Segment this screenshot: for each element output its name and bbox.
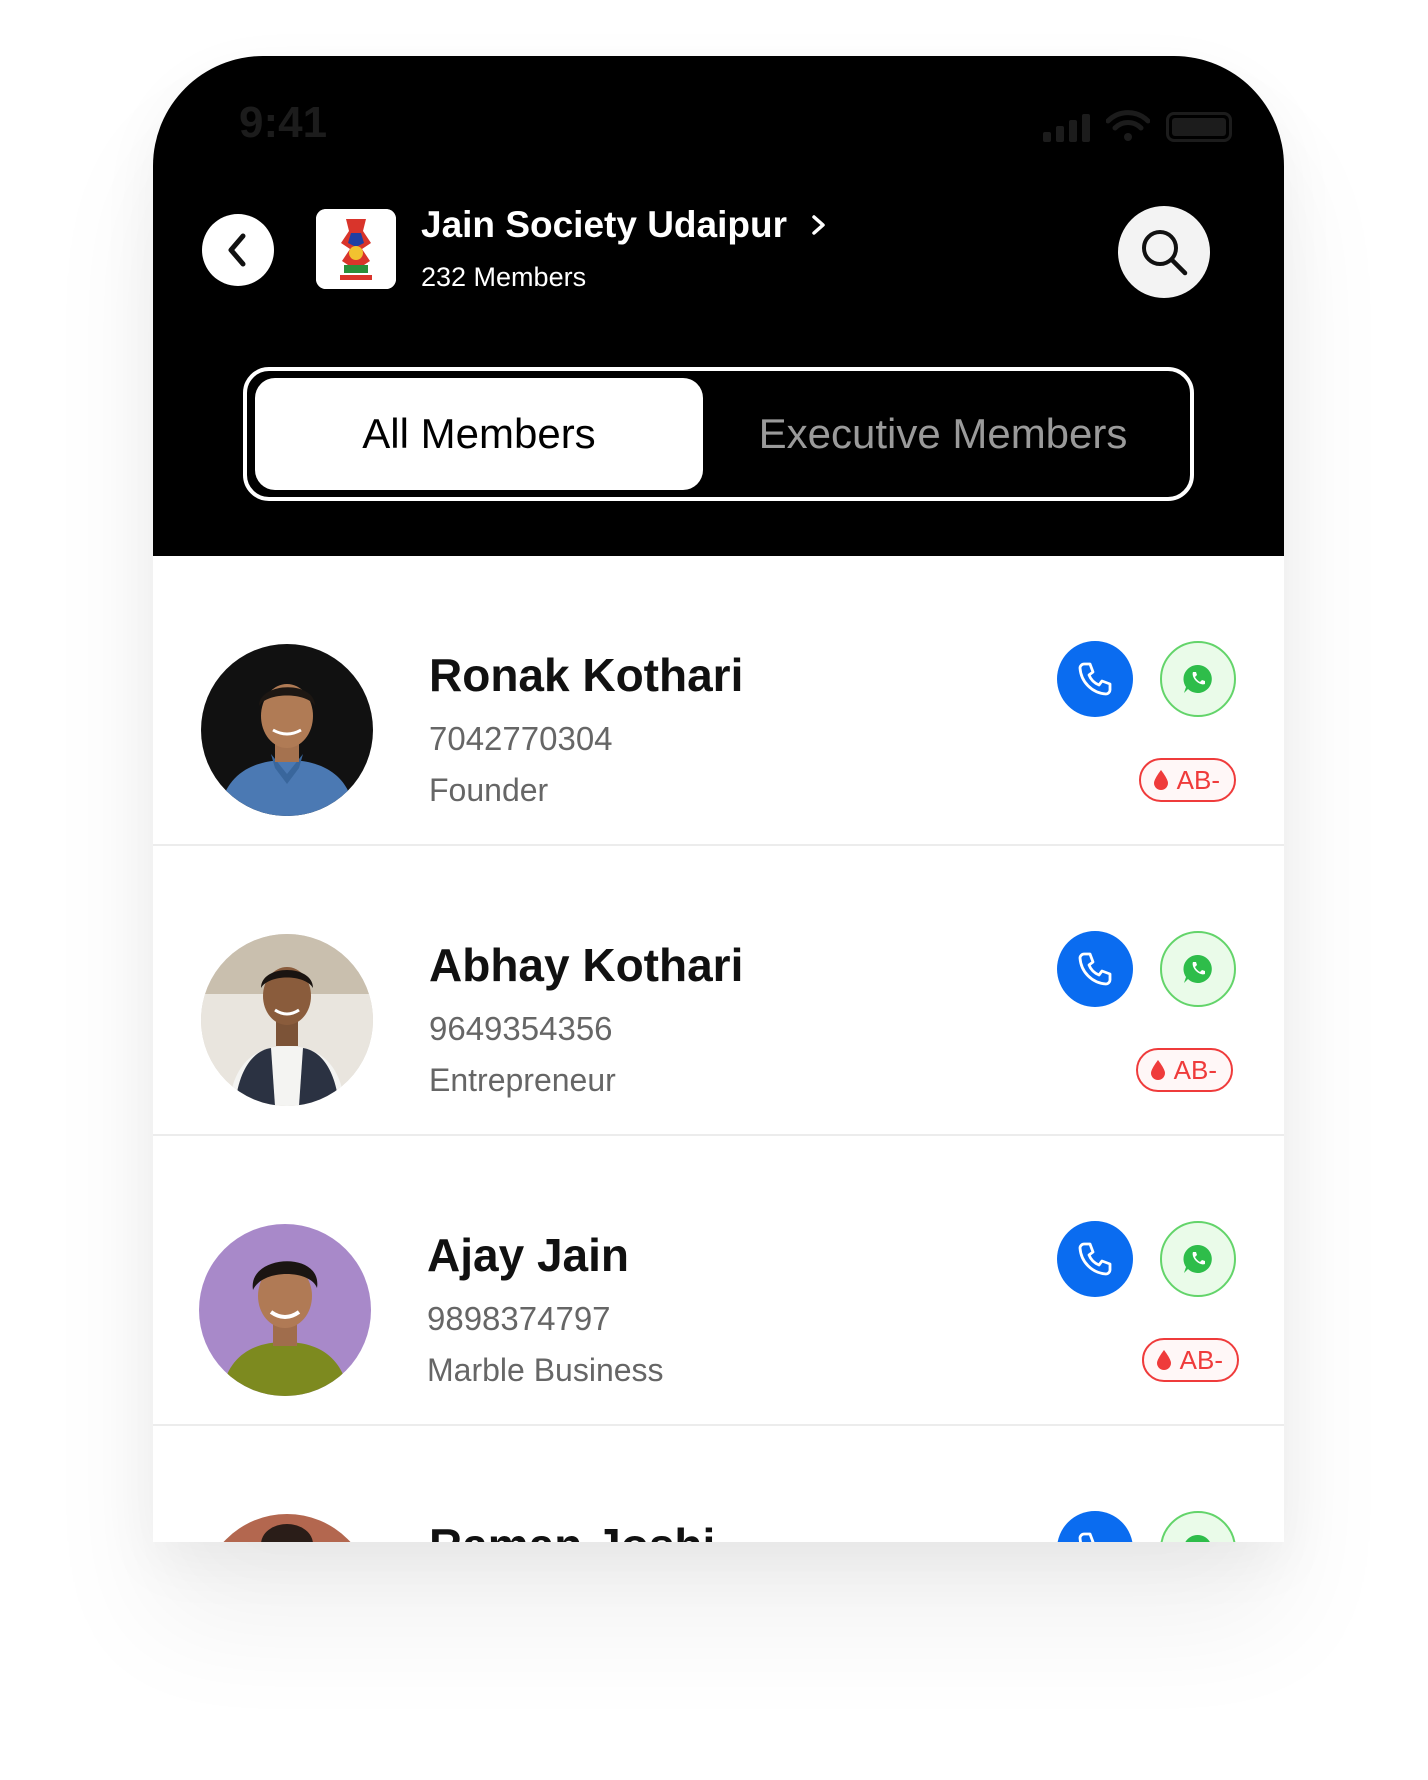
status-time: 9:41 <box>239 98 328 147</box>
whatsapp-button[interactable] <box>1160 1221 1236 1297</box>
phone-icon <box>1078 1242 1112 1276</box>
app-header: 9:41 Jain Society Udaipur 232 Members Al… <box>153 56 1284 556</box>
chevron-left-icon <box>228 233 246 267</box>
search-button[interactable] <box>1118 206 1210 298</box>
search-icon <box>1142 230 1188 276</box>
whatsapp-icon <box>1183 1244 1212 1273</box>
society-emblem-icon <box>316 209 396 289</box>
tab-all-members[interactable]: All Members <box>255 378 703 490</box>
group-name: Jain Society Udaipur <box>421 204 787 245</box>
phone-frame: 9:41 Jain Society Udaipur 232 Members Al… <box>153 56 1284 1542</box>
blood-group-badge: AB- <box>1135 1048 1233 1092</box>
group-title[interactable]: Jain Society Udaipur <box>421 204 827 246</box>
list-item[interactable]: Raman Joshi <box>153 1426 1284 1542</box>
phone-icon <box>1078 952 1112 986</box>
signal-icon <box>1043 114 1090 142</box>
blood-group-label: AB- <box>1176 764 1220 795</box>
member-count: 232 Members <box>421 262 587 292</box>
member-role: Founder <box>429 772 549 808</box>
member-phone: 9898374797 <box>427 1300 611 1337</box>
member-name: Abhay Kothari <box>429 939 744 991</box>
blood-drop-icon <box>1153 770 1168 790</box>
back-button[interactable] <box>202 214 274 286</box>
member-name: Raman Joshi <box>429 1518 715 1542</box>
whatsapp-button[interactable] <box>1160 641 1236 717</box>
blood-drop-icon <box>1156 1350 1171 1370</box>
list-item[interactable]: Abhay Kothari 9649354356 Entrepreneur AB… <box>153 846 1284 1136</box>
call-button[interactable] <box>1057 641 1133 717</box>
list-item[interactable]: Ronak Kothari 7042770304 Founder AB- <box>153 556 1284 846</box>
chevron-right-icon <box>812 215 825 235</box>
member-role: Entrepreneur <box>429 1062 616 1098</box>
battery-icon <box>1166 112 1232 142</box>
avatar <box>201 644 373 816</box>
blood-group-badge: AB- <box>1138 758 1236 802</box>
member-name: Ajay Jain <box>427 1229 629 1281</box>
avatar <box>201 934 373 1106</box>
phone-icon <box>1078 1532 1095 1542</box>
blood-group-label: AB- <box>1173 1054 1217 1085</box>
member-role: Marble Business <box>427 1352 664 1388</box>
tab-executive-members[interactable]: Executive Members <box>703 378 1183 490</box>
list-item[interactable]: Ajay Jain 9898374797 Marble Business AB- <box>153 1136 1284 1426</box>
avatar <box>199 1224 371 1396</box>
blood-drop-icon <box>1150 1060 1165 1080</box>
call-button[interactable] <box>1057 1221 1133 1297</box>
group-logo[interactable] <box>316 209 396 289</box>
member-phone: 7042770304 <box>429 720 613 757</box>
whatsapp-button[interactable] <box>1160 931 1236 1007</box>
phone-icon <box>1078 662 1112 696</box>
member-tabs: All Members Executive Members <box>243 367 1194 501</box>
blood-group-badge: AB- <box>1141 1338 1239 1382</box>
whatsapp-icon <box>1185 1534 1210 1542</box>
call-button[interactable] <box>1057 1511 1133 1542</box>
member-name: Ronak Kothari <box>429 649 744 701</box>
member-list: Ronak Kothari 7042770304 Founder AB- Abh… <box>153 556 1284 1542</box>
call-button[interactable] <box>1057 931 1133 1007</box>
whatsapp-icon <box>1183 954 1212 983</box>
member-phone: 9649354356 <box>429 1010 613 1047</box>
blood-group-label: AB- <box>1179 1344 1223 1375</box>
wifi-icon <box>1106 110 1150 141</box>
status-icons <box>1043 110 1232 142</box>
whatsapp-icon <box>1183 664 1212 693</box>
avatar <box>201 1514 373 1542</box>
whatsapp-button[interactable] <box>1160 1511 1236 1542</box>
